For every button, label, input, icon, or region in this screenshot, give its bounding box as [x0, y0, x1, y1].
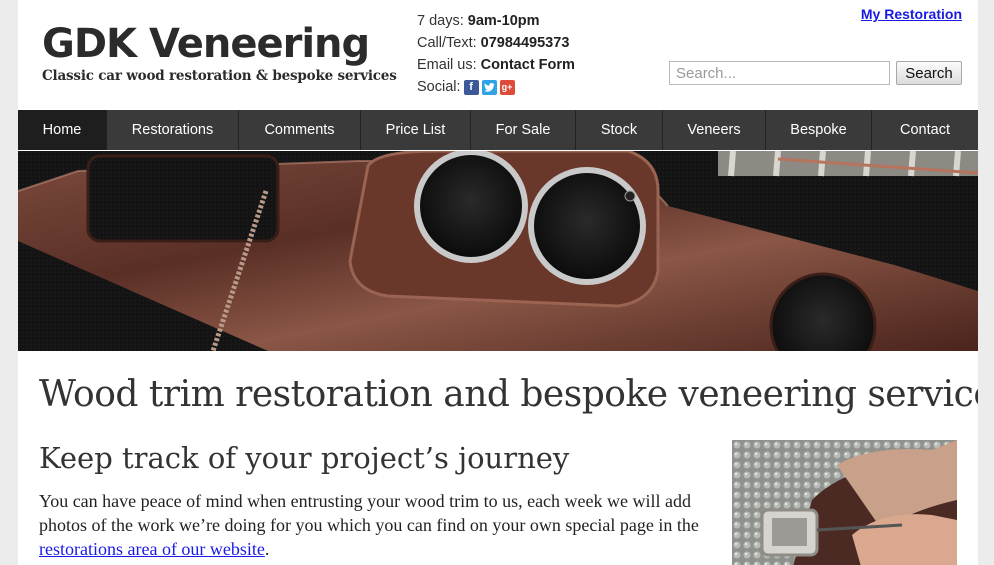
phone-label: Call/Text:	[417, 35, 481, 51]
phone-line: Call/Text: 07984495373	[417, 32, 575, 54]
page: GDK Veneering Classic car wood restorati…	[18, 0, 978, 565]
hours-label: 7 days:	[417, 13, 468, 29]
search-button[interactable]: Search	[896, 61, 962, 85]
nav-item-restorations[interactable]: Restorations	[107, 110, 239, 150]
main-nav: Home Restorations Comments Price List Fo…	[18, 110, 978, 150]
opening-hours: 7 days: 9am-10pm	[417, 10, 575, 32]
twitter-icon[interactable]	[481, 79, 497, 95]
email-line: Email us: Contact Form	[417, 54, 575, 76]
nav-item-veneers[interactable]: Veneers	[663, 110, 766, 150]
intro-paragraph: You can have peace of mind when entrusti…	[39, 489, 714, 561]
intro-text: You can have peace of mind when entrusti…	[39, 491, 699, 535]
google-plus-icon[interactable]: g+	[499, 79, 515, 95]
contact-form-link[interactable]: Contact Form	[481, 57, 575, 73]
phone-number[interactable]: 07984495373	[481, 35, 570, 51]
hero-image	[18, 151, 978, 351]
logo-tagline: Classic car wood restoration & bespoke s…	[42, 68, 397, 84]
intro-end: .	[264, 539, 270, 559]
search-form: Search	[669, 61, 962, 85]
facebook-icon[interactable]: f	[463, 79, 479, 95]
restorations-area-link[interactable]: restorations area of our website	[39, 539, 265, 559]
search-input[interactable]	[669, 61, 890, 85]
nav-item-comments[interactable]: Comments	[239, 110, 361, 150]
nav-item-home[interactable]: Home	[18, 110, 107, 150]
page-title: Wood trim restoration and bespoke veneer…	[39, 374, 978, 415]
hours-value: 9am-10pm	[467, 13, 540, 29]
social-links: Social: f g+	[417, 76, 575, 98]
my-restoration-link[interactable]: My Restoration	[861, 6, 962, 22]
section-heading: Keep track of your project’s journey	[39, 441, 570, 475]
nav-item-contact[interactable]: Contact	[872, 110, 978, 150]
nav-item-for-sale[interactable]: For Sale	[471, 110, 576, 150]
nav-item-bespoke[interactable]: Bespoke	[766, 110, 872, 150]
workshop-photo	[732, 440, 957, 565]
email-label: Email us:	[417, 57, 481, 73]
contact-info: 7 days: 9am-10pm Call/Text: 07984495373 …	[417, 10, 575, 98]
site-logo[interactable]: GDK Veneering Classic car wood restorati…	[42, 18, 397, 84]
nav-item-price-list[interactable]: Price List	[361, 110, 471, 150]
social-label: Social:	[417, 79, 461, 95]
nav-item-stock[interactable]: Stock	[576, 110, 663, 150]
logo-title: GDK Veneering	[42, 21, 370, 67]
